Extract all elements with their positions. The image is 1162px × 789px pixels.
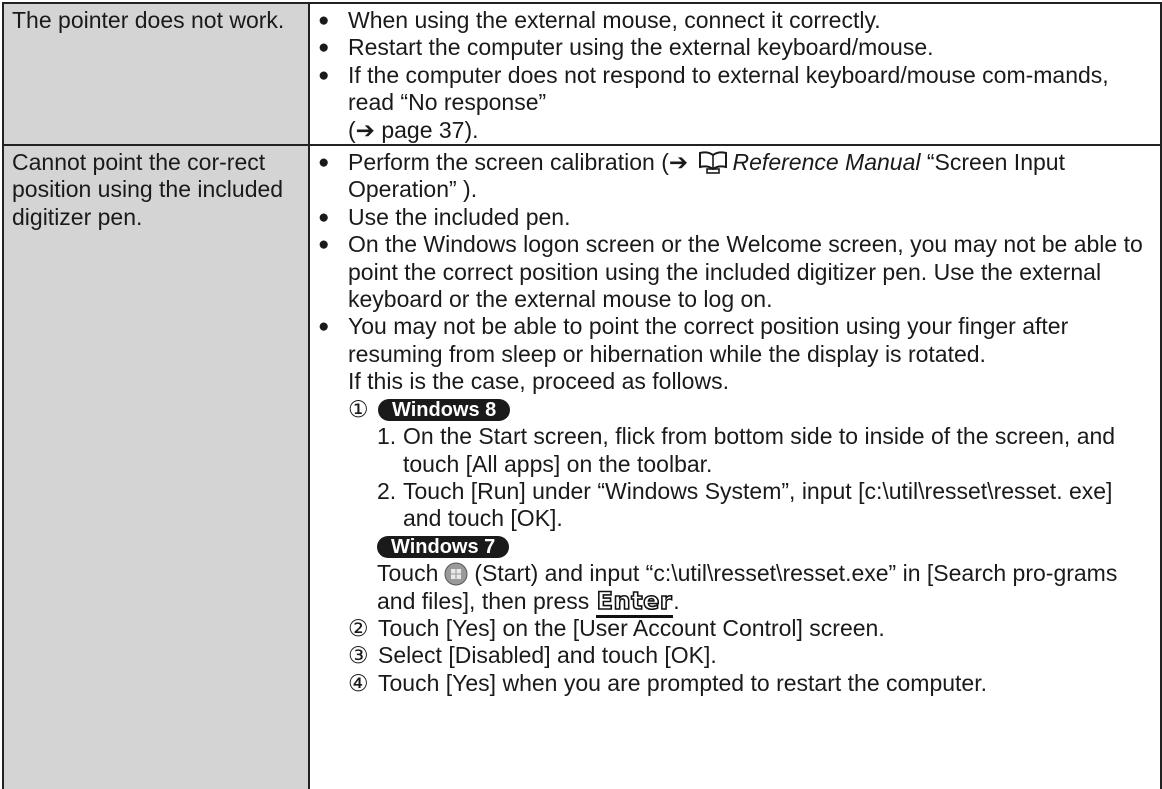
list-item: ● On the Windows logon screen or the Wel… <box>318 231 1156 313</box>
step-text: Touch [Yes] on the [User Account Control… <box>378 614 885 641</box>
remedy-text: Use the included pen. <box>348 203 571 230</box>
enter-key: Enter <box>595 586 674 618</box>
remedy-text: On the Windows logon screen or the Welco… <box>348 231 1143 313</box>
step-1: ① Windows 8 <box>318 396 1156 423</box>
remedy-text: Restart the computer using the external … <box>348 34 934 61</box>
list-item: ● If the computer does not respond to ex… <box>318 62 1156 144</box>
step-2: ② Touch [Yes] on the [User Account Contro… <box>318 615 1156 642</box>
step-number: ④ <box>348 669 369 696</box>
remedy-text: If the computer does not respond to exte… <box>348 62 1156 144</box>
step-3: ③ Select [Disabled] and touch [OK]. <box>318 642 1156 669</box>
remedy-cell: ● When using the external mouse, connect… <box>308 1 1162 147</box>
substep-text: On the Start screen, flick from bottom s… <box>403 423 1116 477</box>
bullet-icon: ● <box>318 152 330 174</box>
remedy-text: When using the external mouse, connect i… <box>348 7 881 33</box>
manual-title[interactable]: Reference Manual <box>733 149 921 175</box>
bullet-icon: ● <box>318 37 330 59</box>
problem-text: Cannot point the cor-rect position using… <box>12 149 284 230</box>
windows-7-heading: Windows 7 <box>318 533 1156 560</box>
bullet-icon: ● <box>318 234 330 256</box>
remedy-text: You may not be able to point the correct… <box>348 313 1156 395</box>
substep-2: 2. Touch [Run] under “Windows System”, i… <box>318 478 1156 533</box>
page-reference-link[interactable]: (➔ page 37). <box>348 117 479 143</box>
substep-text: Touch [Run] under “Windows System”, inpu… <box>403 477 1113 532</box>
step-text: Select [Disabled] and touch [OK]. <box>378 642 717 669</box>
win7-text-b: (Start) and input “c:\util\resset\resset… <box>377 560 1118 614</box>
bullet-icon: ● <box>318 64 330 86</box>
remedy-cell: ● Perform the screen calibration (➔ Refe… <box>308 144 1162 789</box>
step-4: ④ Touch [Yes] when you are prompted to re… <box>318 670 1156 697</box>
finger-text: You may not be able to point the correct… <box>348 313 1069 367</box>
windows-7-badge: Windows 7 <box>377 535 510 558</box>
calibration-before: Perform the screen calibration (➔ <box>348 149 695 176</box>
step-number: ① <box>348 395 369 422</box>
list-item: ● Restart the computer using the externa… <box>318 34 1156 61</box>
windows-8-badge: Windows 8 <box>378 398 511 421</box>
problem-cell: Cannot point the cor-rect position using… <box>2 144 310 789</box>
bullet-icon: ● <box>318 10 330 31</box>
win7-text-end: . <box>673 587 680 614</box>
table-row: Cannot point the cor-rect position using… <box>2 144 1162 789</box>
bullet-icon: ● <box>318 316 330 338</box>
list-item: ● When using the external mouse, connect… <box>318 7 1156 34</box>
troubleshooting-table: The pointer does not work. ● When using … <box>2 1 1162 789</box>
substep-number: 2. <box>377 477 397 504</box>
list-item: ● Use the included pen. <box>318 204 1156 231</box>
proceed-text: If this is the case, proceed as follows. <box>348 368 729 395</box>
windows-7-instructions: Touch (Start) and input “c:\util\resset\r… <box>318 560 1156 618</box>
step-number: ③ <box>348 642 369 669</box>
bullet-icon: ● <box>318 206 330 228</box>
substep-number: 1. <box>377 423 397 450</box>
table-row: The pointer does not work. ● When using … <box>2 1 1162 147</box>
substep-1: 1. On the Start screen, flick from botto… <box>318 423 1156 478</box>
problem-text: The pointer does not work. <box>12 7 285 33</box>
win7-text-a: Touch <box>377 560 439 587</box>
list-item: ● Perform the screen calibration (➔ Refe… <box>318 149 1156 204</box>
step-text: Touch [Yes] when you are prompted to res… <box>378 669 987 696</box>
manual-book-icon <box>698 151 727 174</box>
calibration-text: Perform the screen calibration (➔ Refere… <box>348 149 1156 204</box>
problem-cell: The pointer does not work. <box>2 1 310 147</box>
windows-start-icon <box>444 562 468 586</box>
list-item: ● You may not be able to point the corre… <box>318 313 1156 395</box>
step-number: ② <box>348 614 369 641</box>
remedy-text-main: If the computer does not respond to exte… <box>348 61 1109 116</box>
